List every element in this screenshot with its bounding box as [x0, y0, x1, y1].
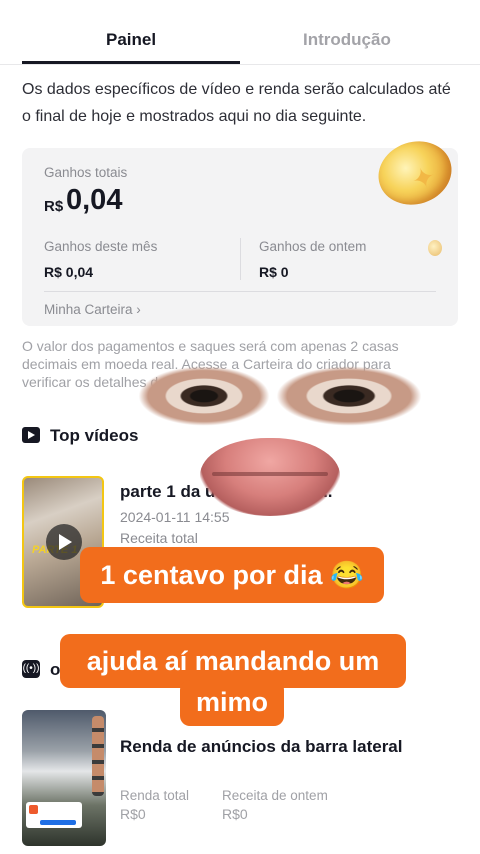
ad-thumbnail[interactable] — [22, 710, 106, 846]
divider — [44, 291, 436, 292]
divider — [240, 238, 241, 280]
my-wallet-link[interactable]: Minha Carteira › — [44, 302, 141, 317]
play-square-icon — [22, 427, 40, 443]
active-tab-indicator — [22, 61, 240, 64]
total-earnings-value: 0,04 — [66, 184, 123, 216]
yesterday-earnings-label: Ganhos de ontem — [259, 239, 367, 254]
receita-ontem-label: Receita de ontem — [222, 788, 328, 803]
right-eye-sticker — [276, 366, 422, 426]
lips-sticker — [200, 438, 340, 516]
video-receita-label: Receita total — [120, 530, 198, 546]
receita-ontem-value: R$0 — [222, 806, 248, 822]
tab-painel[interactable]: Painel — [106, 30, 156, 50]
ad-card-preview — [26, 802, 82, 828]
left-eye-sticker — [138, 366, 270, 426]
month-earnings-value: R$ 0,04 — [44, 264, 94, 280]
total-earnings-label: Ganhos totais — [44, 165, 128, 180]
broadcast-icon: ((•)) — [22, 660, 40, 678]
yesterday-earnings-value: R$ 0 — [259, 264, 289, 280]
small-coin-icon — [428, 240, 442, 256]
play-icon[interactable] — [46, 524, 82, 560]
total-currency: R$ — [44, 198, 64, 215]
renda-total-value: R$0 — [120, 806, 146, 822]
tab-bar: Painel Introdução — [0, 0, 480, 65]
ad-income-title[interactable]: Renda de anúncios da barra lateral — [120, 737, 402, 757]
tab-introducao[interactable]: Introdução — [303, 30, 391, 50]
month-earnings-label: Ganhos deste mês — [44, 239, 158, 254]
earnings-card: ✦ Ganhos totais R$ 0,04 Ganhos deste mês… — [22, 132, 460, 326]
side-bar-preview — [92, 716, 104, 796]
intro-text: Os dados específicos de vídeo e renda se… — [22, 81, 451, 125]
caption-2b: mimo — [180, 680, 284, 726]
ads-header: o — [50, 660, 61, 679]
renda-total-label: Renda total — [120, 788, 190, 803]
top-videos-header: Top vídeos — [50, 426, 139, 445]
video-date: 2024-01-11 14:55 — [120, 509, 230, 525]
caption-1: 1 centavo por dia 😂 — [80, 547, 384, 603]
